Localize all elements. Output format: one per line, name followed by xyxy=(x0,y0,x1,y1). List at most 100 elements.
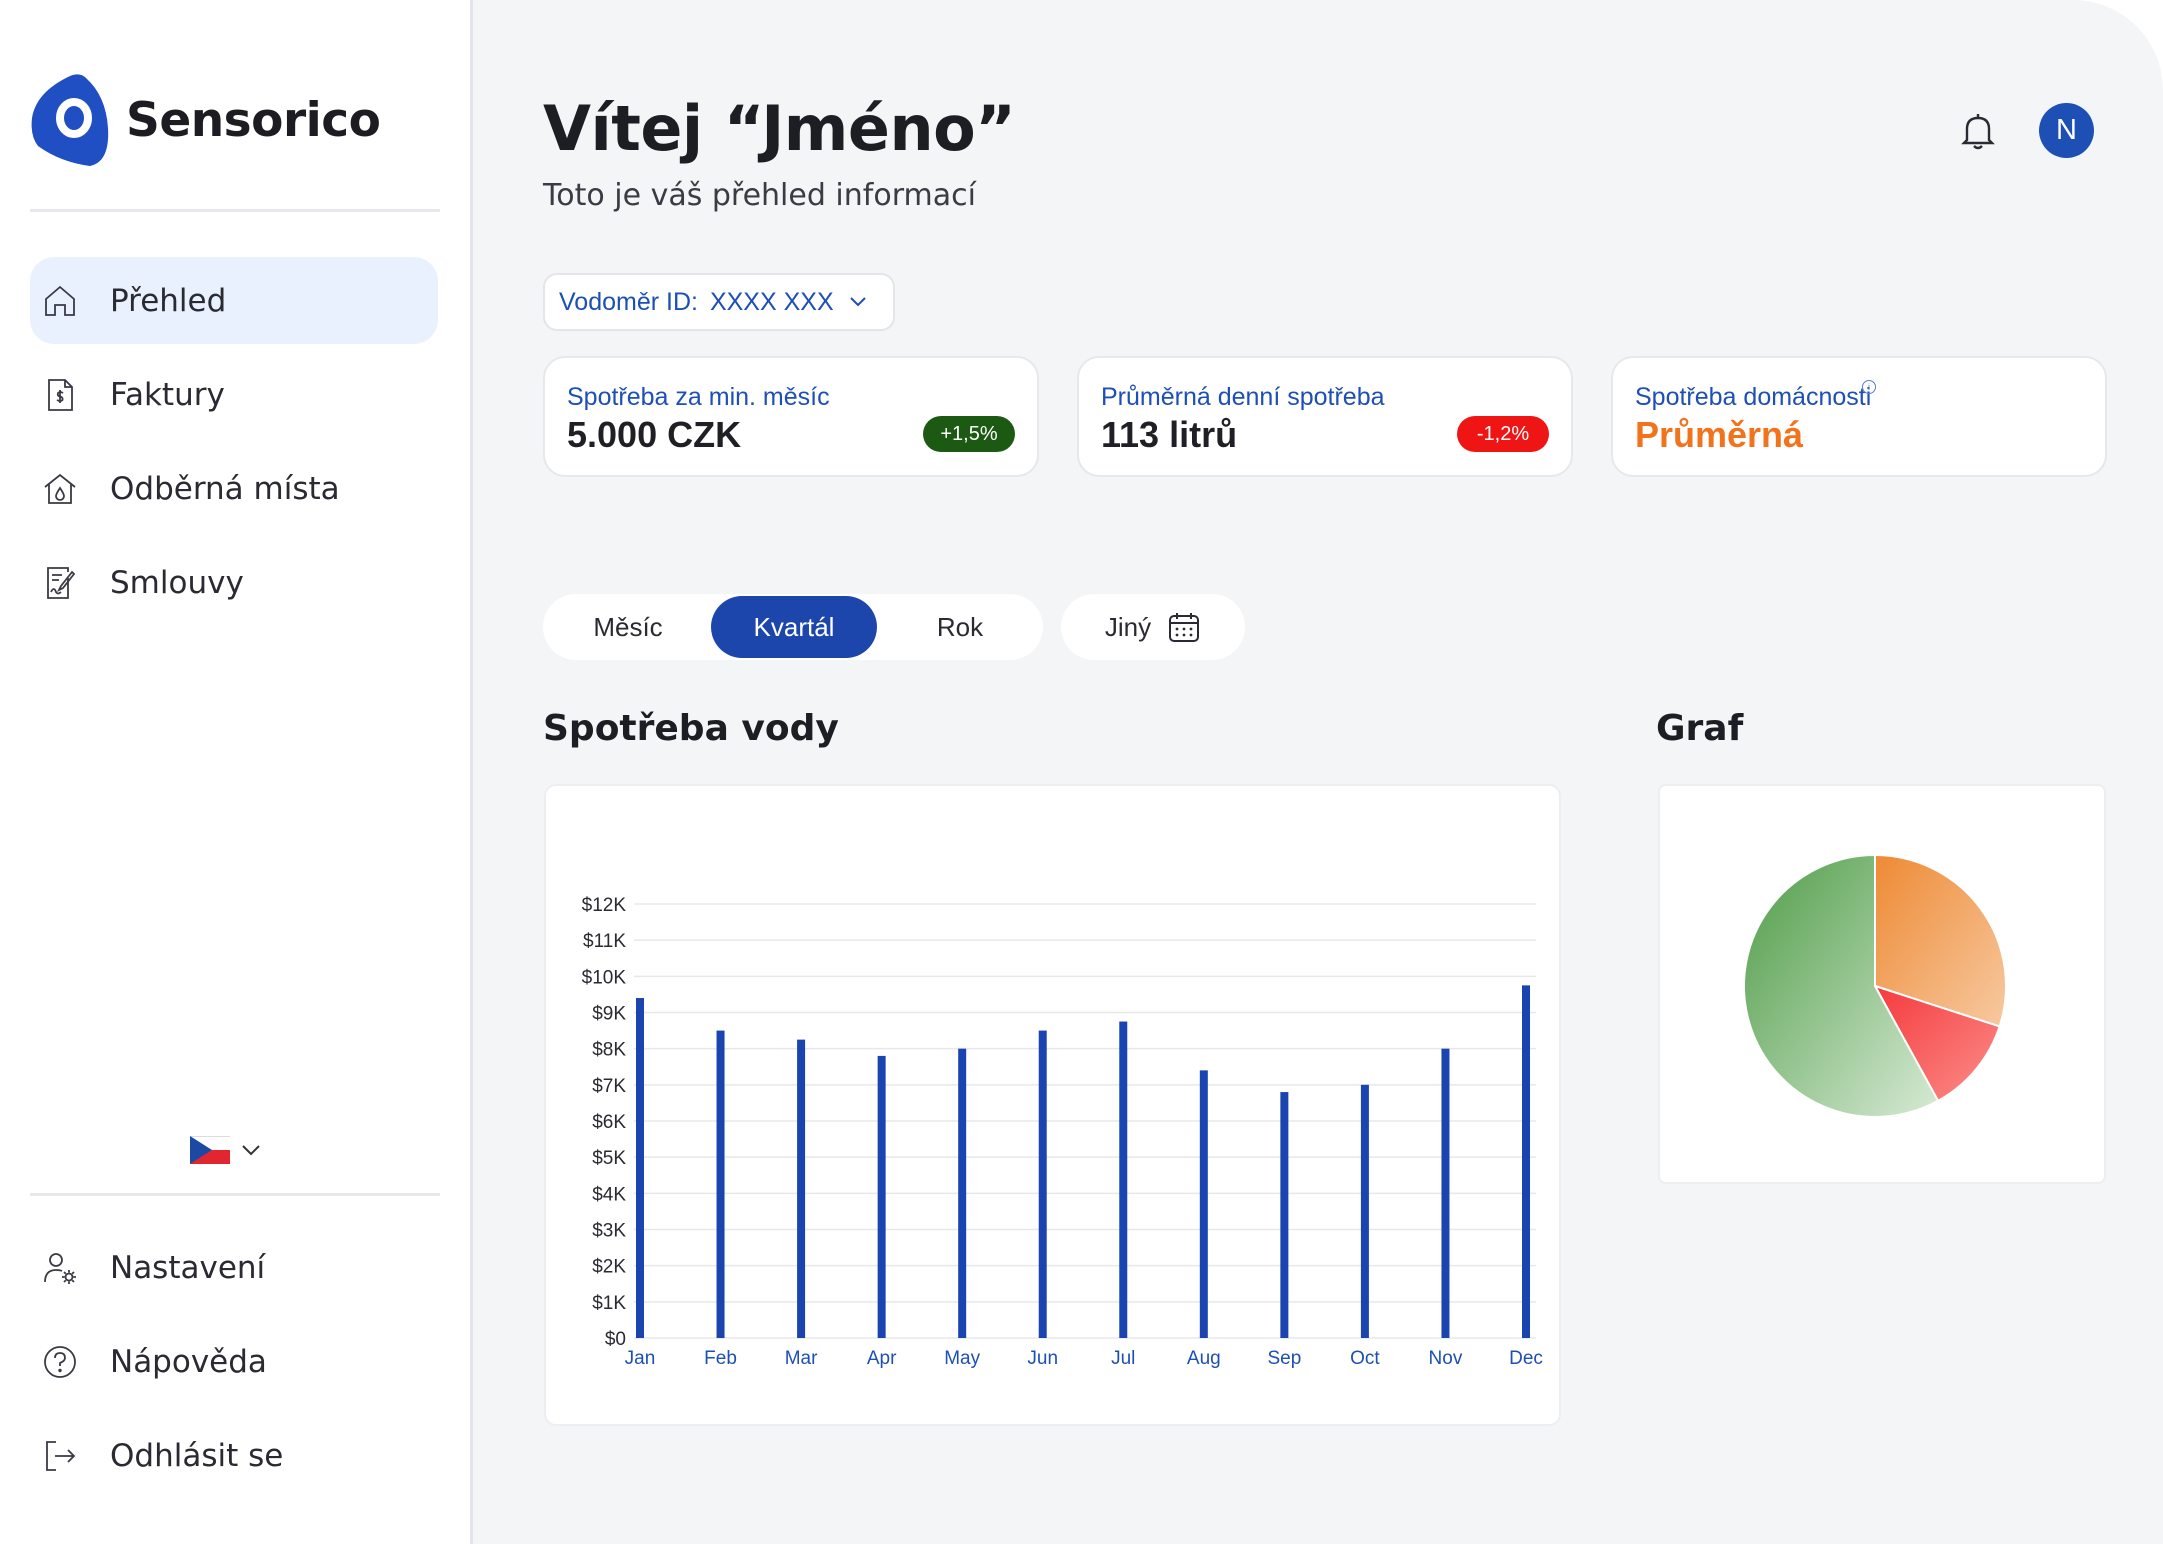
sidebar-item-label: Odhlásit se xyxy=(110,1437,284,1474)
sidebar-item-odberna-mista[interactable]: Odběrná místa xyxy=(30,445,438,532)
bar[interactable] xyxy=(1360,1084,1369,1338)
y-tick-label: $2K xyxy=(592,1257,626,1278)
stat-label: Spotřeba za min. měsíc xyxy=(567,383,830,411)
meter-id-select[interactable]: Vodoměr ID: XXXX XXX xyxy=(543,273,895,331)
trend-badge: -1,2% xyxy=(1457,416,1549,452)
water-section-title: Spotřeba vody xyxy=(543,708,839,749)
x-tick-label: Oct xyxy=(1350,1348,1380,1369)
period-month-button[interactable]: Měsíc xyxy=(545,596,711,658)
y-tick-label: $3K xyxy=(592,1221,626,1242)
sidebar-item-label: Přehled xyxy=(110,282,227,319)
contract-icon xyxy=(40,563,80,603)
sidebar-item-label: Nápověda xyxy=(110,1343,267,1380)
house-drop-icon xyxy=(40,469,80,509)
brand-logo[interactable]: Sensorico xyxy=(30,72,381,168)
user-settings-icon xyxy=(40,1248,80,1288)
period-custom-button[interactable]: Jiný xyxy=(1061,594,1245,660)
page-title: Vítej “Jméno” xyxy=(543,92,1016,165)
y-tick-label: $8K xyxy=(592,1040,626,1061)
x-tick-label: Feb xyxy=(704,1348,737,1369)
stat-label: Spotřeba domácnosti xyxy=(1635,383,1872,411)
y-tick-label: $11K xyxy=(583,931,626,952)
invoice-icon xyxy=(40,375,80,415)
sidebar-item-label: Odběrná místa xyxy=(110,470,340,507)
sidebar-item-faktury[interactable]: Faktury xyxy=(30,351,438,438)
x-tick-label: Jan xyxy=(625,1348,656,1369)
sidebar-item-smlouvy[interactable]: Smlouvy xyxy=(30,539,438,626)
x-tick-label: Jul xyxy=(1111,1348,1135,1369)
bar[interactable] xyxy=(636,998,644,1338)
sidebar-item-label: Smlouvy xyxy=(110,564,244,601)
home-icon xyxy=(40,281,80,321)
y-tick-label: $1K xyxy=(592,1293,626,1314)
page-subtitle: Toto je váš přehled informací xyxy=(543,178,976,213)
bar[interactable] xyxy=(1199,1070,1208,1338)
meter-id-label: Vodoměr ID: xyxy=(559,287,698,316)
sidebar: Sensorico Přehled Faktury Odběrná místa xyxy=(0,0,473,1544)
stat-value: 113 litrů xyxy=(1101,414,1238,455)
stat-card-household: Spotřeba domácnosti i Průměrná xyxy=(1611,356,2107,477)
chevron-down-icon xyxy=(242,1145,260,1156)
bar[interactable] xyxy=(1119,1021,1128,1338)
info-icon[interactable]: i xyxy=(1862,380,1876,394)
main-content: Vítej “Jméno” Toto je váš přehled inform… xyxy=(473,0,2163,1544)
pie-chart-card xyxy=(1658,784,2106,1184)
bar[interactable] xyxy=(1522,985,1530,1338)
bar[interactable] xyxy=(958,1048,967,1338)
period-segmented-control: Měsíc Kvartál Rok xyxy=(543,594,1043,660)
y-tick-label: $7K xyxy=(592,1076,626,1097)
x-tick-label: Aug xyxy=(1187,1348,1221,1369)
x-tick-label: Dec xyxy=(1509,1348,1543,1369)
period-quarter-button[interactable]: Kvartál xyxy=(711,596,877,658)
sidebar-divider xyxy=(30,1193,440,1196)
y-tick-label: $10K xyxy=(582,967,627,988)
brand-name: Sensorico xyxy=(126,92,381,148)
bar[interactable] xyxy=(1441,1048,1450,1338)
bell-icon[interactable] xyxy=(1955,108,2001,154)
y-tick-label: $12K xyxy=(582,895,627,916)
y-tick-label: $4K xyxy=(592,1184,626,1205)
chevron-down-icon xyxy=(849,297,866,307)
help-icon xyxy=(40,1342,80,1382)
bar[interactable] xyxy=(797,1039,806,1338)
sidebar-divider xyxy=(30,209,440,212)
trend-badge: +1,5% xyxy=(923,416,1015,452)
sidebar-item-label: Nastavení xyxy=(110,1249,266,1286)
consumption-pie-chart xyxy=(1743,853,2007,1118)
stat-card-daily: Průměrná denní spotřeba 113 litrů -1,2% xyxy=(1077,356,1573,477)
x-tick-label: May xyxy=(944,1348,980,1369)
y-tick-label: $9K xyxy=(592,1004,626,1025)
sidebar-item-label: Faktury xyxy=(110,376,225,413)
calendar-icon xyxy=(1169,613,1200,642)
stat-label: Průměrná denní spotřeba xyxy=(1101,383,1385,411)
period-custom-label: Jiný xyxy=(1104,611,1152,642)
bar[interactable] xyxy=(877,1055,886,1338)
sidebar-item-napoveda[interactable]: Nápověda xyxy=(30,1318,438,1405)
x-tick-label: Apr xyxy=(867,1348,897,1369)
czech-flag-icon xyxy=(190,1136,230,1164)
logout-icon xyxy=(40,1436,80,1476)
avatar[interactable]: N xyxy=(2039,103,2094,158)
bar[interactable] xyxy=(1038,1030,1047,1338)
sensorico-logo-icon xyxy=(31,74,109,166)
x-tick-label: Mar xyxy=(785,1348,818,1369)
stat-card-monthly: Spotřeba za min. měsíc 5.000 CZK +1,5% xyxy=(543,356,1039,477)
y-tick-label: $0 xyxy=(605,1329,626,1350)
stat-value: 5.000 CZK xyxy=(567,414,742,455)
sidebar-item-odhlasit[interactable]: Odhlásit se xyxy=(30,1412,438,1499)
x-tick-label: Sep xyxy=(1267,1348,1301,1369)
water-consumption-bar-chart: $0 $1K $2K $3K $4K $5K $6K $7K $8K $9K $10K $11K $12… xyxy=(582,895,1543,1369)
bar[interactable] xyxy=(716,1030,725,1338)
sidebar-item-nastaveni[interactable]: Nastavení xyxy=(30,1224,438,1311)
sidebar-item-prehled[interactable]: Přehled xyxy=(30,257,438,344)
period-year-button[interactable]: Rok xyxy=(877,596,1043,658)
meter-id-value: XXXX XXX xyxy=(709,287,834,316)
bar[interactable] xyxy=(1280,1092,1289,1338)
y-tick-label: $6K xyxy=(592,1112,626,1133)
graph-section-title: Graf xyxy=(1656,708,1744,749)
water-consumption-chart-card: $0 $1K $2K $3K $4K $5K $6K $7K $8K $9K $10K $11K $12… xyxy=(544,784,1561,1426)
app-frame: Sensorico Přehled Faktury Odběrná místa xyxy=(0,0,2163,1544)
stat-value: Průměrná xyxy=(1635,414,1804,455)
y-tick-label: $5K xyxy=(592,1148,626,1169)
language-selector[interactable] xyxy=(190,1136,262,1164)
